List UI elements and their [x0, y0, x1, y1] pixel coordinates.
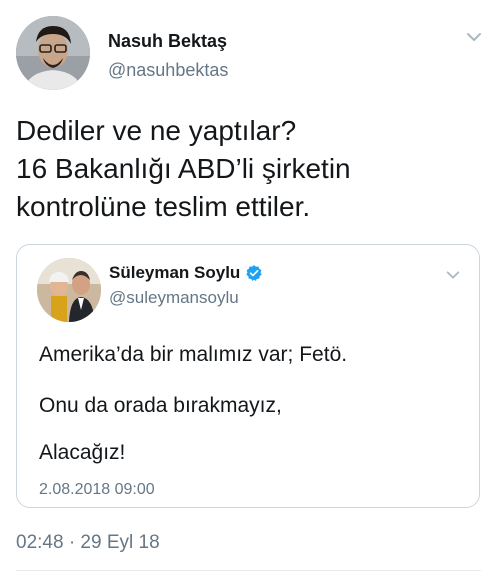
quoted-tweet-date[interactable]: 2.08.2018 09:00: [39, 480, 155, 500]
tweet-text-line: kontrolüne teslim ettiler.: [16, 191, 311, 222]
quoted-tweet-card[interactable]: Süleyman Soylu @suleymansoylu Amerika’da…: [16, 244, 480, 508]
author-name[interactable]: Nasuh Bektaş: [108, 30, 227, 52]
quoted-tweet-text-line: Onu da orada bırakmayız,: [39, 394, 282, 417]
tweet: Nasuh Bektaş @nasuhbektas Dediler ve ne …: [0, 0, 497, 576]
verified-badge-icon: [246, 265, 262, 281]
author-handle[interactable]: @nasuhbektas: [108, 59, 228, 81]
divider: [16, 570, 481, 571]
quoted-tweet-text-line: Alacağız!: [39, 441, 126, 464]
author-avatar[interactable]: [16, 16, 90, 90]
tweet-text-line: Dediler ve ne yaptılar?: [16, 115, 297, 146]
chevron-down-icon[interactable]: [465, 28, 483, 46]
tweet-timestamp[interactable]: 02:48 · 29 Eyl 18: [16, 531, 160, 555]
quoted-author-name-row: Süleyman Soylu: [109, 263, 263, 283]
quoted-author-name[interactable]: Süleyman Soylu: [109, 263, 240, 283]
tweet-text: Dediler ve ne yaptılar? 16 Bakanlığı ABD…: [16, 112, 476, 226]
quoted-tweet-text-line: Amerika’da bir malımız var; Fetö.: [39, 343, 348, 366]
quoted-author-avatar[interactable]: [37, 258, 101, 322]
quoted-author-handle[interactable]: @suleymansoylu: [109, 288, 239, 308]
chevron-down-icon[interactable]: [445, 267, 461, 283]
tweet-text-line: 16 Bakanlığı ABD’li şirketin: [16, 153, 351, 184]
